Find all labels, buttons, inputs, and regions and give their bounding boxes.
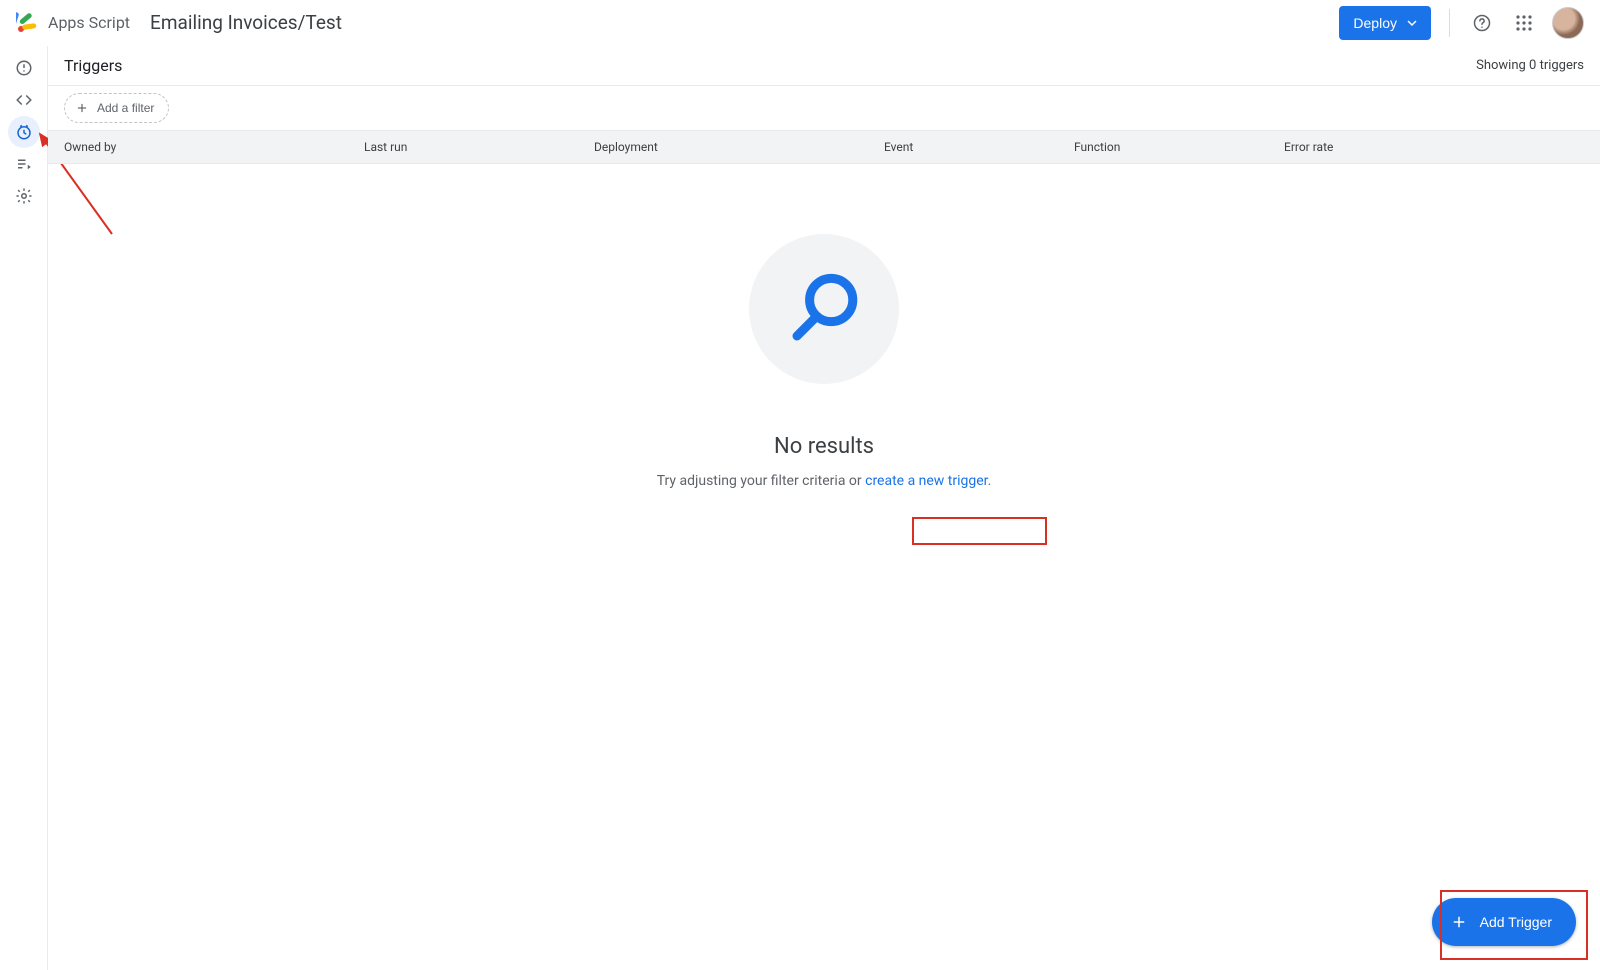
page-title: Triggers bbox=[64, 56, 122, 75]
avatar[interactable] bbox=[1552, 7, 1584, 39]
sidebar bbox=[0, 46, 48, 970]
add-trigger-label: Add Trigger bbox=[1480, 914, 1552, 930]
empty-hint: Try adjusting your filter criteria or cr… bbox=[657, 473, 992, 489]
column-last-run[interactable]: Last run bbox=[364, 140, 594, 154]
project-name[interactable]: Emailing Invoices/Test bbox=[150, 11, 342, 34]
sidebar-item-triggers[interactable] bbox=[8, 116, 40, 148]
apps-script-logo bbox=[16, 11, 40, 35]
sidebar-item-settings[interactable] bbox=[8, 180, 40, 212]
sidebar-item-overview[interactable] bbox=[8, 52, 40, 84]
search-illustration bbox=[749, 234, 899, 384]
plus-icon bbox=[1450, 913, 1468, 931]
column-event[interactable]: Event bbox=[884, 140, 1074, 154]
table-header: Owned by Last run Deployment Event Funct… bbox=[48, 130, 1600, 164]
trigger-count: Showing 0 triggers bbox=[1476, 58, 1584, 73]
column-function[interactable]: Function bbox=[1074, 140, 1284, 154]
chevron-down-icon bbox=[1407, 18, 1417, 28]
plus-icon bbox=[75, 101, 89, 115]
sidebar-item-executions[interactable] bbox=[8, 148, 40, 180]
column-owned-by[interactable]: Owned by bbox=[64, 140, 364, 154]
help-icon[interactable] bbox=[1468, 9, 1496, 37]
add-filter-button[interactable]: Add a filter bbox=[64, 93, 169, 123]
column-deployment[interactable]: Deployment bbox=[594, 140, 884, 154]
separator bbox=[1449, 9, 1450, 37]
app-name: Apps Script bbox=[48, 13, 130, 32]
empty-title: No results bbox=[774, 434, 874, 459]
add-trigger-button[interactable]: Add Trigger bbox=[1432, 898, 1576, 946]
column-error-rate[interactable]: Error rate bbox=[1284, 140, 1454, 154]
add-filter-label: Add a filter bbox=[97, 101, 154, 115]
deploy-button[interactable]: Deploy bbox=[1339, 6, 1431, 40]
apps-grid-icon[interactable] bbox=[1510, 9, 1538, 37]
deploy-button-label: Deploy bbox=[1353, 15, 1397, 31]
empty-state: No results Try adjusting your filter cri… bbox=[48, 164, 1600, 970]
create-trigger-link[interactable]: create a new trigger bbox=[865, 473, 987, 489]
sidebar-item-editor[interactable] bbox=[8, 84, 40, 116]
